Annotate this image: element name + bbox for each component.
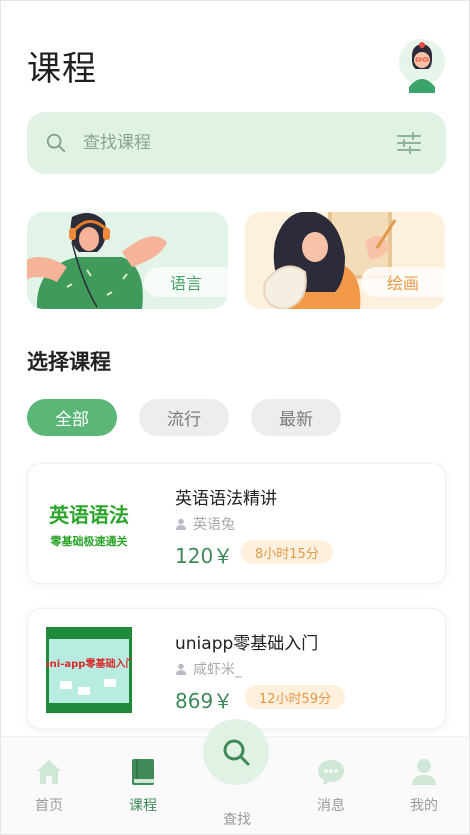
- tab-home[interactable]: 首页: [9, 757, 89, 815]
- tab-messages[interactable]: 消息: [291, 757, 371, 815]
- chip-latest[interactable]: 最新: [251, 399, 341, 436]
- course-author: 英语兔: [175, 514, 235, 534]
- user-icon: [176, 663, 186, 675]
- chip-popular[interactable]: 流行: [139, 399, 229, 436]
- book-icon: [132, 759, 154, 785]
- tab-profile-label: 我的: [410, 798, 438, 814]
- banner-language-label: 语言: [144, 267, 228, 297]
- user-icon: [176, 518, 186, 530]
- course-thumbnail: 英语语法 零基础极速通关: [46, 482, 132, 568]
- course-title: 英语语法精讲: [175, 489, 277, 509]
- section-title: 选择课程: [27, 350, 111, 374]
- course-duration: 12小时59分: [245, 685, 346, 709]
- search-bar[interactable]: [27, 112, 446, 174]
- author-name: 咸虾米_: [193, 662, 242, 678]
- tab-bar: 首页 课程 查找 消息 我的: [1, 719, 469, 834]
- tab-home-label: 首页: [35, 798, 63, 814]
- course-title: uniapp零基础入门: [175, 634, 319, 654]
- tab-search[interactable]: 查找: [197, 809, 277, 829]
- page-title: 课程: [27, 49, 97, 89]
- tab-search-label: 查找: [223, 812, 251, 828]
- home-icon: [37, 760, 61, 784]
- course-price: 120￥: [175, 544, 234, 568]
- course-card[interactable]: uni-app零基础入门 uniapp零基础入门 咸虾米_ 869￥ 12小时5…: [27, 608, 446, 729]
- tab-profile[interactable]: 我的: [384, 757, 464, 815]
- banner-painting[interactable]: 绘画: [245, 212, 445, 309]
- person-icon: [412, 759, 436, 785]
- tab-messages-label: 消息: [317, 798, 345, 814]
- search-fab[interactable]: [203, 719, 269, 785]
- svg-text:零基础极速通关: 零基础极速通关: [50, 534, 128, 548]
- svg-text:uni-app零基础入门: uni-app零基础入门: [46, 657, 132, 670]
- filter-icon[interactable]: [396, 131, 422, 155]
- tab-course-label: 课程: [129, 798, 157, 814]
- banner-language[interactable]: 语言: [27, 212, 228, 309]
- course-author: 咸虾米_: [175, 659, 242, 679]
- course-thumbnail: uni-app零基础入门: [46, 627, 132, 713]
- filter-chips: 全部 流行 最新: [27, 399, 341, 436]
- course-duration: 8小时15分: [241, 540, 333, 564]
- tab-course[interactable]: 课程: [103, 757, 183, 815]
- svg-text:英语语法: 英语语法: [49, 503, 129, 527]
- author-name: 英语兔: [193, 517, 235, 533]
- chip-all[interactable]: 全部: [27, 399, 117, 436]
- avatar[interactable]: [399, 31, 445, 93]
- banner-painting-label: 绘画: [361, 267, 445, 297]
- course-card[interactable]: 英语语法 零基础极速通关 英语语法精讲 英语兔 120￥ 8小时15分: [27, 463, 446, 584]
- search-icon: [46, 133, 66, 153]
- header: 课程: [27, 39, 445, 101]
- chat-icon: [318, 760, 344, 785]
- course-price: 869￥: [175, 689, 234, 713]
- search-input[interactable]: [83, 128, 373, 158]
- search-icon: [223, 739, 250, 766]
